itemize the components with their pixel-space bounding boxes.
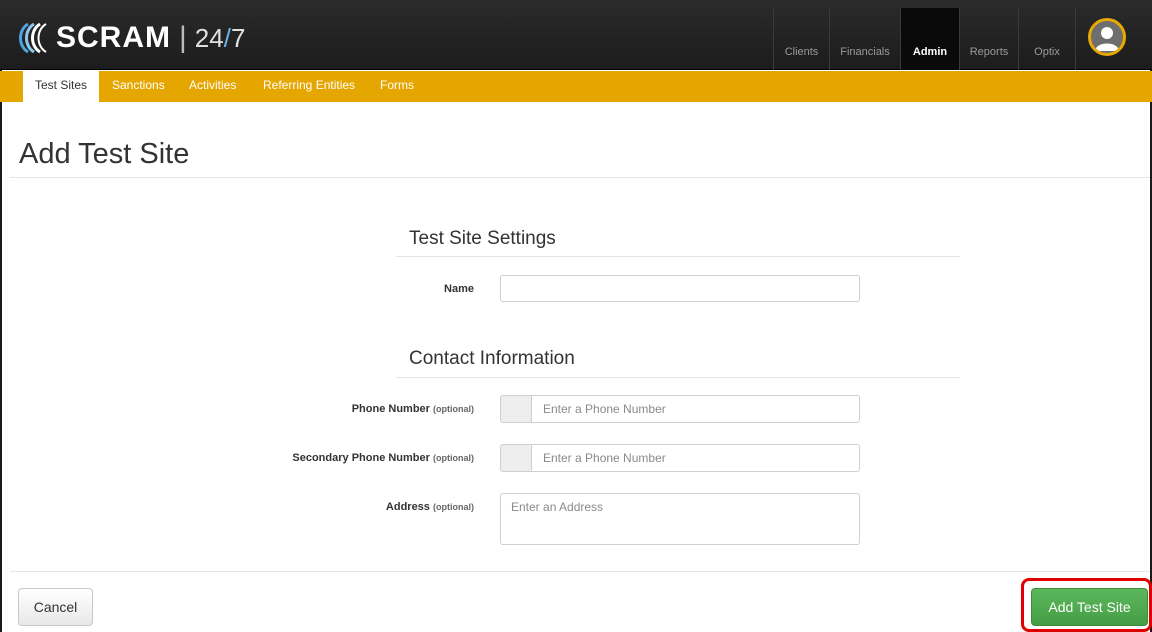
- phone-number-input[interactable]: [531, 395, 860, 423]
- name-label: Name: [444, 283, 474, 295]
- secondary-phone-input[interactable]: [531, 444, 860, 472]
- subtab-test-sites[interactable]: Test Sites: [23, 71, 100, 102]
- nav-item-reports[interactable]: Reports: [959, 8, 1018, 70]
- user-avatar-icon[interactable]: [1088, 18, 1126, 56]
- title-divider: [10, 177, 1150, 178]
- subtab-referring-entities[interactable]: Referring Entities: [263, 71, 355, 102]
- add-test-site-button[interactable]: Add Test Site: [1031, 588, 1148, 626]
- admin-subnav: Test Sites Sanctions Activities Referrin…: [0, 71, 1152, 102]
- person-icon: [1095, 27, 1119, 51]
- name-input[interactable]: [500, 275, 860, 302]
- nav-item-financials[interactable]: Financials: [829, 8, 900, 70]
- user-menu[interactable]: [1075, 8, 1148, 70]
- subtab-sanctions[interactable]: Sanctions: [112, 71, 165, 102]
- nav-item-clients[interactable]: Clients: [773, 8, 829, 70]
- settings-section-title: Test Site Settings: [409, 228, 556, 249]
- brand-name: SCRAM: [56, 21, 171, 54]
- top-navbar: SCRAM | 24/7 Clients Financials Admin Re…: [0, 0, 1152, 70]
- secondary-phone-country-addon[interactable]: [500, 444, 532, 472]
- phone-country-addon[interactable]: [500, 395, 532, 423]
- nav-item-optix[interactable]: Optix: [1018, 8, 1075, 70]
- page-title: Add Test Site: [19, 138, 190, 170]
- nav-item-admin[interactable]: Admin: [900, 8, 959, 70]
- brand-suffix: 24/7: [194, 23, 246, 53]
- form-footer-divider: [10, 571, 1150, 572]
- address-label: Address (optional): [385, 501, 474, 513]
- contact-section-title: Contact Information: [409, 348, 575, 369]
- subtab-activities[interactable]: Activities: [189, 71, 236, 102]
- settings-section-divider: [396, 256, 960, 257]
- secondary-phone-label: Secondary Phone Number (optional): [292, 452, 474, 464]
- subtab-forms[interactable]: Forms: [380, 71, 414, 102]
- main-nav: Clients Financials Admin Reports Optix: [773, 8, 1075, 70]
- cancel-button[interactable]: Cancel: [18, 588, 93, 626]
- scram-logo-icon: [19, 22, 47, 54]
- brand-separator: |: [179, 21, 187, 54]
- contact-section-divider: [396, 377, 960, 378]
- brand-logo[interactable]: SCRAM | 24/7: [14, 20, 245, 56]
- address-input[interactable]: [500, 493, 860, 545]
- phone-number-label: Phone Number (optional): [351, 403, 474, 415]
